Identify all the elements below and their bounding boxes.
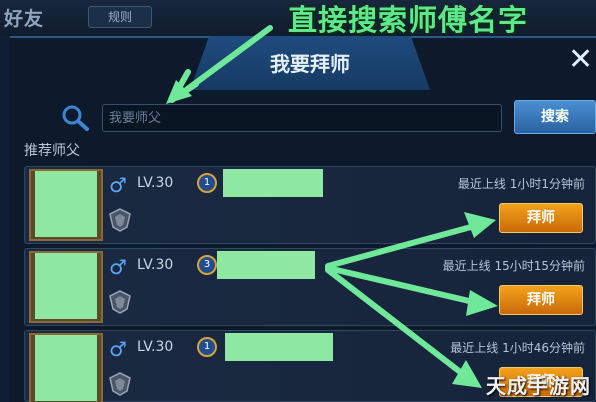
dialog-title: 我要拜师 [270, 52, 350, 76]
last-online-text: 最近上线 1小时46分钟前 [450, 341, 585, 355]
search-input[interactable] [102, 104, 502, 132]
tier-shield-icon [109, 372, 131, 396]
annotation-caption: 直接搜索师傅名字 [288, 3, 529, 37]
avatar[interactable] [35, 253, 97, 319]
level-text: LV.30 [137, 257, 174, 273]
rank-badge-icon: 1 [197, 173, 217, 193]
recommended-masters-label: 推荐师父 [24, 143, 80, 159]
apprentice-button[interactable]: 拜师 [499, 203, 583, 233]
watermark-text: 天成手游网 [486, 374, 591, 398]
tier-shield-icon [109, 208, 131, 232]
master-card: ♂ LV.30 3 最近上线 15小时15分钟前 拜师 [24, 248, 596, 326]
rank-badge-icon: 1 [197, 337, 217, 357]
level-text: LV.30 [137, 175, 174, 191]
male-icon: ♂ [109, 255, 127, 279]
rank-badge-icon: 3 [197, 255, 217, 275]
male-icon: ♂ [109, 173, 127, 197]
player-name-redacted [217, 251, 315, 279]
last-online-text: 最近上线 1小时1分钟前 [457, 177, 585, 191]
level-text: LV.30 [137, 339, 174, 355]
male-icon: ♂ [109, 337, 127, 361]
player-name-redacted [225, 333, 333, 361]
friends-tab-title[interactable]: 好友 [4, 4, 44, 31]
close-button[interactable]: ✕ [568, 42, 596, 78]
rules-button[interactable]: 规则 [88, 6, 152, 28]
last-online-text: 最近上线 15小时15分钟前 [442, 259, 585, 273]
search-icon [62, 105, 89, 131]
avatar[interactable] [35, 171, 97, 237]
player-name-redacted [223, 169, 323, 197]
apprentice-button[interactable]: 拜师 [499, 285, 583, 315]
search-button[interactable]: 搜索 [514, 100, 596, 134]
avatar[interactable] [35, 335, 97, 401]
tier-shield-icon [109, 290, 131, 314]
master-card: ♂ LV.30 1 最近上线 1小时1分钟前 拜师 [24, 166, 596, 244]
